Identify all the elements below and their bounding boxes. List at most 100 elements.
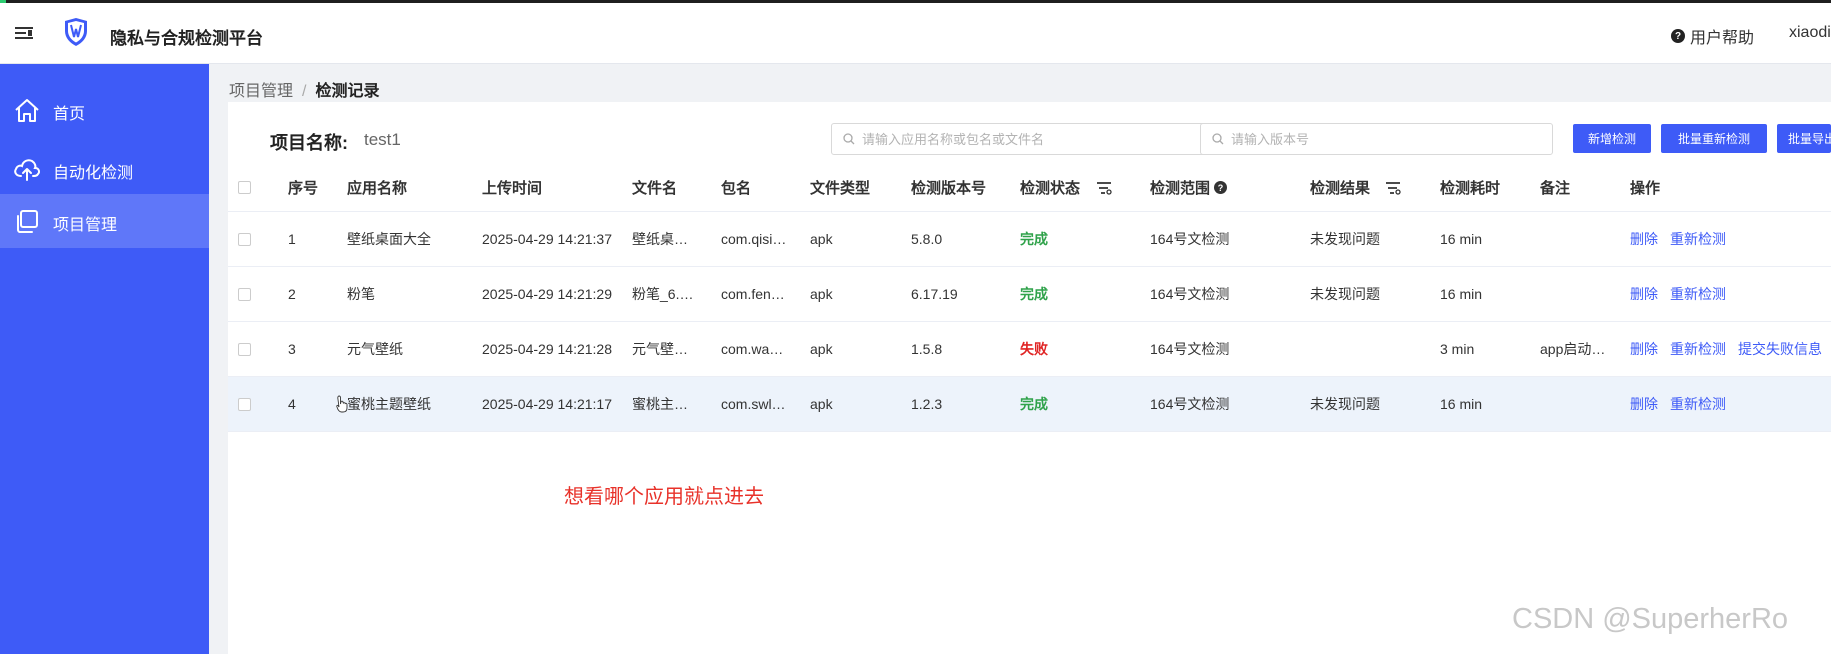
retest-link[interactable]: 重新检测 <box>1670 284 1726 304</box>
col-app-name-header: 应用名称 <box>347 180 408 197</box>
row-duration: 16 min <box>1440 286 1483 302</box>
delete-link[interactable]: 删除 <box>1630 339 1658 359</box>
delete-link[interactable]: 删除 <box>1630 394 1658 414</box>
row-app-name[interactable]: 蜜桃主题壁纸 <box>347 377 431 431</box>
delete-link[interactable]: 删除 <box>1630 229 1658 249</box>
row-result: 未发现问题 <box>1310 231 1380 247</box>
row-duration: 16 min <box>1440 396 1483 412</box>
app-title: 隐私与合规检测平台 <box>110 29 263 48</box>
table-header-row: 序号 应用名称 上传时间 文件名 包名 文件类型 检测版本号 检测状态 检测范围… <box>228 164 1831 212</box>
sidebar-item-project-management[interactable]: 项目管理 <box>0 194 209 248</box>
col-file-name-header: 文件名 <box>632 180 678 197</box>
row-upload-time: 2025-04-29 14:21:37 <box>482 231 612 247</box>
row-status: 完成 <box>1020 231 1048 247</box>
status-filter-icon[interactable] <box>1096 164 1112 211</box>
menu-fold-icon[interactable] <box>15 25 35 41</box>
col-remark-header: 备注 <box>1540 180 1571 197</box>
cloud-upload-icon <box>14 159 40 181</box>
col-scope-header: 检测范围? <box>1150 164 1228 211</box>
submit-failure-info-link[interactable]: 提交失败信息 <box>1738 339 1822 359</box>
row-duration: 3 min <box>1440 341 1475 357</box>
row-scope: 164号文检测 <box>1150 286 1230 302</box>
row-duration: 16 min <box>1440 231 1483 247</box>
username-dropdown[interactable]: xiaodi <box>1789 24 1831 42</box>
table-row[interactable]: 1 壁纸桌面大全 2025-04-29 14:21:37 壁纸桌… com.qi… <box>228 212 1831 267</box>
delete-link[interactable]: 删除 <box>1630 284 1658 304</box>
result-filter-icon[interactable] <box>1385 164 1401 211</box>
copy-icon <box>17 210 38 233</box>
row-checkbox[interactable] <box>238 232 251 246</box>
row-checkbox[interactable] <box>238 287 251 301</box>
row-result: 未发现问题 <box>1310 286 1380 302</box>
row-status: 完成 <box>1020 396 1048 412</box>
user-help-link[interactable]: ? 用户帮助 <box>1671 24 1754 48</box>
sidebar-item-label: 项目管理 <box>53 217 118 234</box>
col-result-header: 检测结果 <box>1310 180 1371 197</box>
row-version: 1.2.3 <box>911 396 943 412</box>
sidebar-item-home[interactable]: 首页 <box>0 83 209 137</box>
retest-link[interactable]: 重新检测 <box>1670 339 1726 359</box>
project-name-label: 项目名称: <box>270 133 348 153</box>
retest-link[interactable]: 重新检测 <box>1670 394 1726 414</box>
watermark: CSDN @SuperherRo <box>1512 603 1789 635</box>
row-file-name: 壁纸桌… <box>632 231 688 247</box>
retest-link[interactable]: 重新检测 <box>1670 229 1726 249</box>
row-index: 3 <box>288 341 296 357</box>
table-row[interactable]: 4 蜜桃主题壁纸 2025-04-29 14:21:17 蜜桃主… com.sw… <box>228 377 1831 432</box>
row-package: com.fen… <box>721 286 785 302</box>
row-file-type: apk <box>810 396 833 412</box>
sidebar-item-label: 自动化检测 <box>53 165 134 182</box>
row-index: 2 <box>288 286 296 302</box>
search-icon <box>843 133 855 145</box>
row-result: 未发现问题 <box>1310 396 1380 412</box>
version-search-input[interactable] <box>1231 124 1546 154</box>
table-row[interactable]: 3 元气壁纸 2025-04-29 14:21:28 元气壁… com.wa… … <box>228 322 1831 377</box>
col-index-header: 序号 <box>288 180 319 197</box>
sidebar: 首页 自动化检测 项目管理 <box>0 64 209 654</box>
row-package: com.qisi… <box>721 231 787 247</box>
row-checkbox[interactable] <box>238 342 251 356</box>
batch-retest-button[interactable]: 批量重新检测 <box>1661 124 1767 153</box>
mouse-pointer-icon <box>336 395 348 413</box>
breadcrumb-current: 检测记录 <box>315 83 380 100</box>
row-remark: app启动… <box>1540 341 1606 357</box>
records-table: 序号 应用名称 上传时间 文件名 包名 文件类型 检测版本号 检测状态 检测范围… <box>228 164 1831 432</box>
question-circle-icon[interactable]: ? <box>1214 181 1228 194</box>
batch-export-button[interactable]: 批量导出 <box>1777 124 1831 153</box>
records-card: 项目名称: test1 新增检测 批量重新检测 批量导出 序号 应用名称 上传时… <box>228 102 1831 654</box>
version-search-field[interactable] <box>1200 123 1553 155</box>
search-icon <box>1212 133 1224 145</box>
shield-logo-icon <box>65 18 87 46</box>
add-detection-button[interactable]: 新增检测 <box>1573 124 1651 153</box>
sidebar-item-label: 首页 <box>53 106 86 123</box>
table-row[interactable]: 2 粉笔 2025-04-29 14:21:29 粉笔_6.… com.fen…… <box>228 267 1831 322</box>
col-version-header: 检测版本号 <box>911 180 987 197</box>
row-version: 1.5.8 <box>911 341 943 357</box>
col-package-header: 包名 <box>721 180 752 197</box>
row-app-name[interactable]: 壁纸桌面大全 <box>347 212 431 266</box>
row-file-name: 元气壁… <box>632 341 688 357</box>
col-upload-time-header: 上传时间 <box>482 180 543 197</box>
select-all-checkbox[interactable] <box>238 181 251 194</box>
col-actions-header: 操作 <box>1630 180 1661 197</box>
row-checkbox[interactable] <box>238 397 251 411</box>
sidebar-item-auto-detect[interactable]: 自动化检测 <box>0 142 209 196</box>
row-app-name[interactable]: 粉笔 <box>347 267 375 321</box>
row-file-name: 粉笔_6.… <box>632 286 694 302</box>
breadcrumb-separator: / <box>302 83 307 100</box>
row-scope: 164号文检测 <box>1150 396 1230 412</box>
annotation-text: 想看哪个应用就点进去 <box>564 486 764 508</box>
row-index: 4 <box>288 396 296 412</box>
row-file-name: 蜜桃主… <box>632 396 688 412</box>
row-upload-time: 2025-04-29 14:21:28 <box>482 341 612 357</box>
row-app-name[interactable]: 元气壁纸 <box>347 322 403 376</box>
col-duration-header: 检测耗时 <box>1440 180 1501 197</box>
row-scope: 164号文检测 <box>1150 231 1230 247</box>
row-status: 失败 <box>1020 341 1048 357</box>
row-file-type: apk <box>810 286 833 302</box>
col-scope-label: 检测范围 <box>1150 180 1211 197</box>
breadcrumb-parent[interactable]: 项目管理 <box>229 83 293 100</box>
row-upload-time: 2025-04-29 14:21:17 <box>482 396 612 412</box>
row-index: 1 <box>288 231 296 247</box>
row-version: 6.17.19 <box>911 286 958 302</box>
